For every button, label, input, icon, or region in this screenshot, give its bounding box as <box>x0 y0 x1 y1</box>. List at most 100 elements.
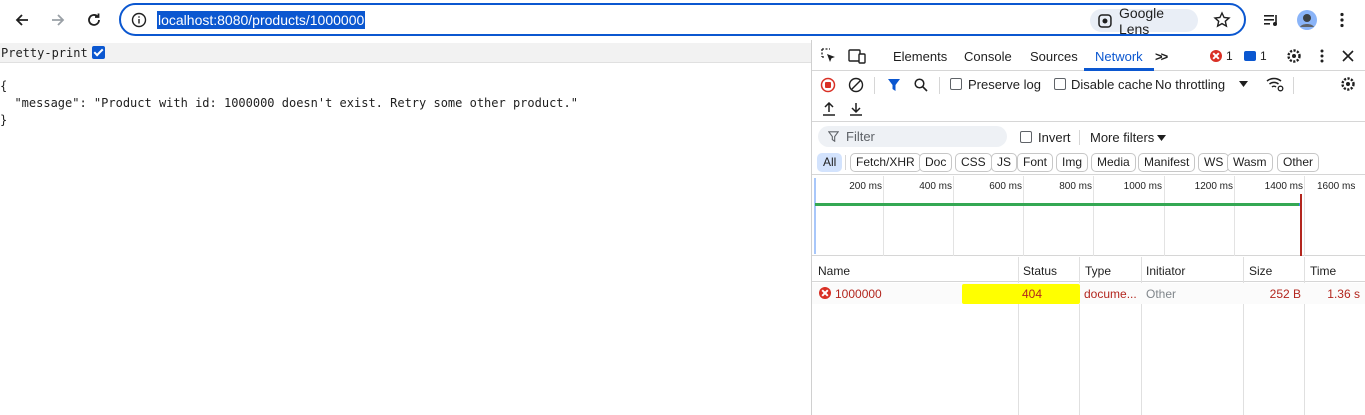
clear-button[interactable] <box>847 76 865 94</box>
column-divider[interactable] <box>1304 257 1305 415</box>
chip-font[interactable]: Font <box>1017 153 1054 172</box>
chip-img[interactable]: Img <box>1056 153 1089 172</box>
timeline-overview[interactable]: 200 ms 400 ms 600 ms 800 ms 1000 ms 1200… <box>812 176 1365 256</box>
chip-ws[interactable]: WS <box>1198 153 1230 172</box>
timeline-tick: 1000 ms <box>1123 181 1162 192</box>
disable-cache-checkbox[interactable] <box>1054 78 1066 90</box>
overview-gridline <box>1304 176 1305 256</box>
gear-icon <box>1341 77 1355 91</box>
tab-console[interactable]: Console <box>964 49 1012 64</box>
toolbar-divider <box>1293 77 1294 94</box>
avatar-icon <box>1297 10 1317 30</box>
column-status[interactable]: Status <box>1023 264 1057 278</box>
json-line: "message": "Product with id: 1000000 doe… <box>0 96 578 110</box>
kebab-menu-icon <box>1340 12 1344 28</box>
device-toolbar-button[interactable] <box>848 47 866 65</box>
record-stop-icon <box>820 77 836 93</box>
message-count-badge[interactable]: 1 <box>1244 49 1267 63</box>
chip-manifest[interactable]: Manifest <box>1138 153 1196 172</box>
dropdown-arrow-icon[interactable] <box>1157 135 1166 141</box>
more-tabs-button[interactable]: >> <box>1155 49 1168 64</box>
import-har-button[interactable] <box>820 100 838 118</box>
load-event-marker <box>1300 194 1302 256</box>
request-name[interactable]: 1000000 <box>835 287 882 301</box>
message-count: 1 <box>1260 49 1267 63</box>
site-info-icon[interactable] <box>131 12 147 28</box>
devtools-menu-button[interactable] <box>1313 47 1331 65</box>
overview-handle[interactable] <box>814 178 816 254</box>
status-highlight <box>962 284 1080 304</box>
timeline-tick: 400 ms <box>919 181 952 192</box>
close-devtools-button[interactable] <box>1339 47 1357 65</box>
network-settings-button[interactable] <box>1339 75 1357 93</box>
filter-input[interactable]: Filter <box>818 126 1007 147</box>
column-time[interactable]: Time <box>1310 264 1336 278</box>
reload-icon <box>88 13 100 26</box>
chip-js[interactable]: JS <box>991 153 1018 172</box>
invert-checkbox[interactable] <box>1020 131 1032 143</box>
address-bar[interactable]: localhost:8080/products/1000000 Google L… <box>119 3 1246 37</box>
filter-toggle-button[interactable] <box>885 76 903 94</box>
preserve-log-label: Preserve log <box>968 77 1041 92</box>
error-icon <box>819 287 831 299</box>
search-icon <box>914 78 928 92</box>
music-queue-icon <box>1264 15 1277 26</box>
google-lens-button[interactable]: Google Lens <box>1090 5 1198 37</box>
column-divider[interactable] <box>1141 257 1142 415</box>
json-body: { "message": "Product with id: 1000000 d… <box>0 78 578 129</box>
column-name[interactable]: Name <box>818 264 850 278</box>
bookmark-star-icon[interactable] <box>1213 11 1231 29</box>
chip-fetch-xhr[interactable]: Fetch/XHR <box>850 153 921 172</box>
tab-sources[interactable]: Sources <box>1030 49 1078 64</box>
column-divider[interactable] <box>1018 257 1019 415</box>
chip-other[interactable]: Other <box>1277 153 1320 172</box>
wifi-settings-icon <box>1266 77 1284 92</box>
google-lens-label: Google Lens <box>1118 4 1165 37</box>
reload-button[interactable] <box>82 8 106 32</box>
toolbar-divider <box>874 77 875 94</box>
tab-elements[interactable]: Elements <box>893 49 947 64</box>
chip-divider <box>845 155 846 170</box>
record-button[interactable] <box>819 76 837 94</box>
more-filters-button[interactable]: More filters <box>1090 130 1154 145</box>
url-text[interactable]: localhost:8080/products/1000000 <box>157 11 366 29</box>
column-divider[interactable] <box>1243 257 1244 415</box>
forward-button[interactable] <box>46 8 70 32</box>
dropdown-arrow-icon[interactable] <box>1239 81 1248 87</box>
column-divider[interactable] <box>1079 257 1080 415</box>
chip-media[interactable]: Media <box>1091 153 1136 172</box>
browser-menu-button[interactable] <box>1331 9 1353 31</box>
media-controls-button[interactable] <box>1261 9 1283 31</box>
toolbar-divider <box>939 77 940 94</box>
arrow-left-icon <box>15 14 28 26</box>
tab-network[interactable]: Network <box>1095 49 1143 64</box>
inspect-element-button[interactable] <box>820 47 838 65</box>
profile-avatar[interactable] <box>1296 9 1318 31</box>
timeline-tick: 600 ms <box>989 181 1022 192</box>
devtools-settings-button[interactable] <box>1285 47 1303 65</box>
invert-label: Invert <box>1038 130 1071 145</box>
pretty-print-checkbox[interactable] <box>91 46 105 59</box>
chip-css[interactable]: CSS <box>955 153 992 172</box>
chip-doc[interactable]: Doc <box>919 153 953 172</box>
error-count-badge[interactable]: 1 <box>1210 49 1233 63</box>
overview-gridline <box>1093 176 1094 256</box>
column-type[interactable]: Type <box>1085 264 1111 278</box>
column-initiator[interactable]: Initiator <box>1146 264 1185 278</box>
network-conditions-button[interactable] <box>1266 75 1284 93</box>
json-line: { <box>0 79 8 93</box>
table-row[interactable]: 1000000 404 docume... Other 252 B 1.36 s <box>812 283 1365 304</box>
request-initiator: Other <box>1146 287 1177 301</box>
filter-row: Filter Invert More filters <box>812 123 1365 151</box>
overview-gridline <box>883 176 884 256</box>
preserve-log-checkbox[interactable] <box>950 78 962 90</box>
export-har-button[interactable] <box>847 100 865 118</box>
message-icon <box>1244 51 1256 61</box>
throttling-select[interactable]: No throttling <box>1155 77 1225 92</box>
search-button[interactable] <box>912 76 930 94</box>
column-size[interactable]: Size <box>1249 264 1272 278</box>
chip-all[interactable]: All <box>817 153 843 172</box>
chip-wasm[interactable]: Wasm <box>1227 153 1273 172</box>
back-button[interactable] <box>10 8 34 32</box>
timeline-tick: 1200 ms <box>1194 181 1233 192</box>
